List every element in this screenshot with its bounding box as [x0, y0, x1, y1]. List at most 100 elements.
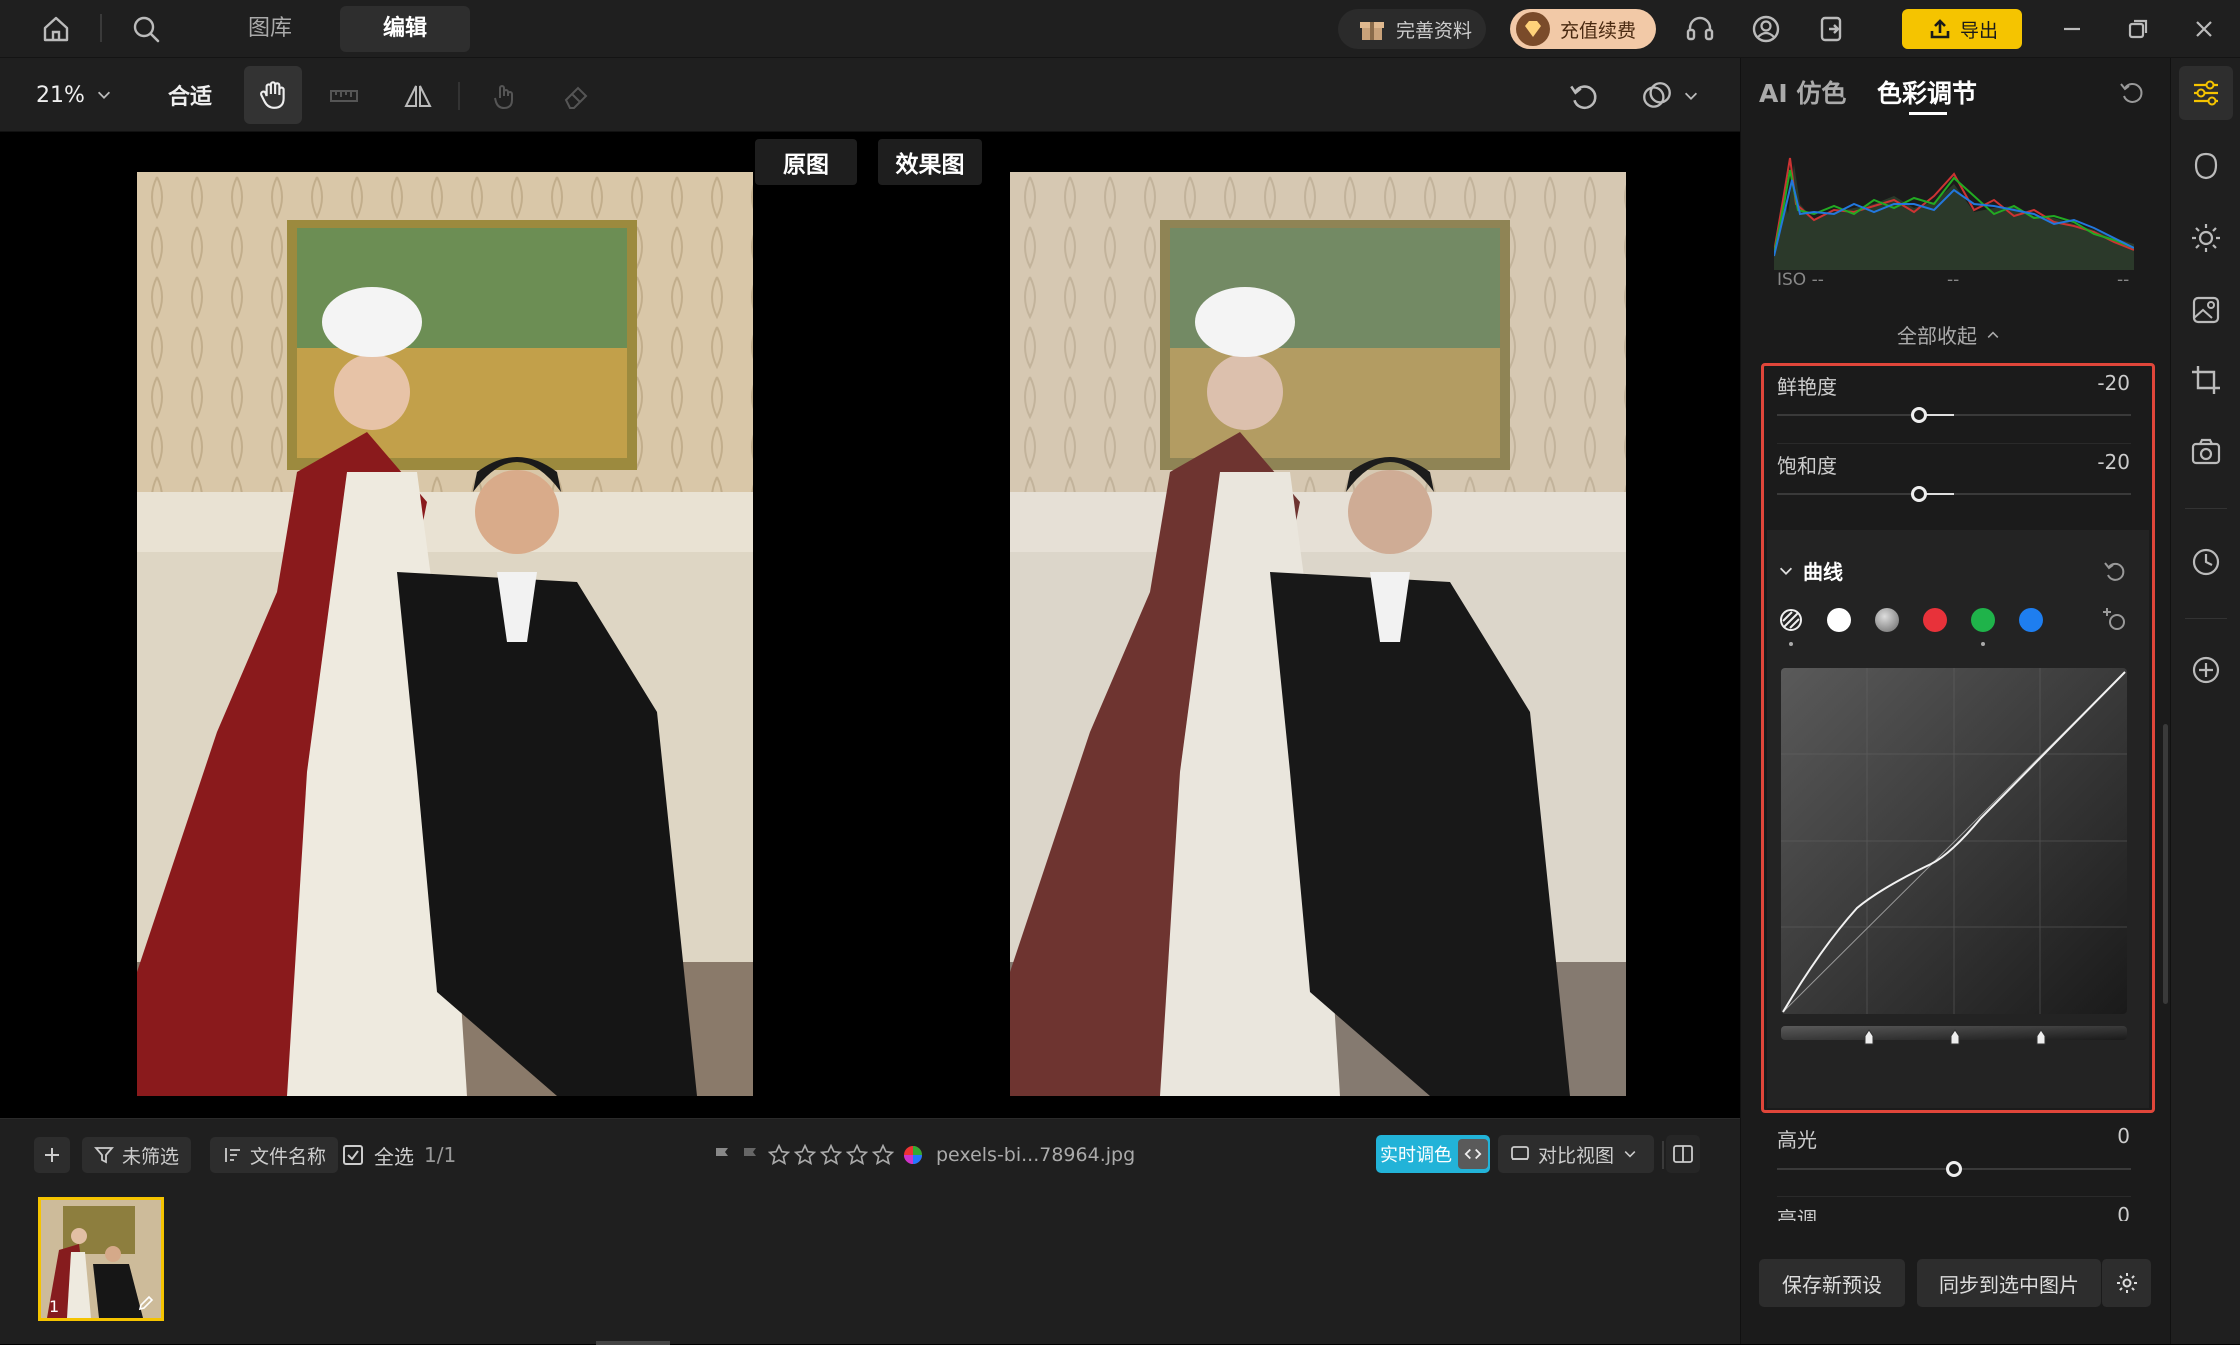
scrollbar[interactable]: [596, 1341, 670, 1345]
tab-ai-color[interactable]: AI 仿色: [1759, 74, 1846, 110]
vibrance-value: -20: [2097, 371, 2130, 395]
highlights-knob[interactable]: [1946, 1161, 1962, 1177]
curve-header[interactable]: 曲线: [1777, 556, 1843, 585]
restore-icon[interactable]: [2118, 9, 2158, 49]
hand-icon: [260, 81, 285, 109]
reject-flag-icon[interactable]: [740, 1145, 760, 1165]
eraser-icon: [564, 86, 588, 109]
checkbox-icon: [343, 1145, 363, 1165]
fit-button[interactable]: 合适: [168, 74, 212, 116]
hand-tool-button[interactable]: [244, 66, 302, 124]
curve-graph[interactable]: [1781, 668, 2127, 1076]
highlights-label: 高光: [1777, 1128, 1817, 1152]
thumbnail[interactable]: 1: [38, 1197, 164, 1321]
star-icon[interactable]: [794, 1144, 816, 1166]
export-label: 导出: [1960, 19, 1999, 42]
realtime-color-toggle[interactable]: 实时调色: [1376, 1135, 1490, 1173]
flip-icon: [404, 85, 432, 107]
tab-library[interactable]: 图库: [222, 6, 318, 52]
history-icon[interactable]: [2186, 542, 2226, 582]
image-canvas[interactable]: 原图 效果图: [0, 132, 1740, 1118]
headset-icon[interactable]: [1680, 9, 1720, 49]
eraser-tool-button[interactable]: [554, 74, 598, 118]
split-view-icon: [1673, 1145, 1693, 1163]
gray-channel-swatch[interactable]: [1875, 608, 1899, 632]
filter-button[interactable]: 未筛选: [82, 1137, 192, 1173]
chevron-up-icon: [1987, 330, 1999, 338]
collapse-all-button[interactable]: 全部收起: [1897, 320, 2001, 349]
flag-icon[interactable]: [712, 1145, 732, 1165]
white-channel-swatch[interactable]: [1827, 608, 1851, 632]
luma-channel-icon[interactable]: [1779, 608, 1803, 632]
home-icon[interactable]: [36, 9, 76, 49]
image-icon[interactable]: [2186, 290, 2226, 330]
crop-icon[interactable]: [2186, 360, 2226, 400]
add-point-icon[interactable]: [2101, 606, 2129, 634]
compare-view-dropdown[interactable]: 对比视图: [1498, 1135, 1654, 1173]
brush-hand-button[interactable]: [482, 74, 526, 118]
user-icon[interactable]: [1746, 9, 1786, 49]
red-channel-swatch[interactable]: [1923, 608, 1947, 632]
split-view-button[interactable]: [1666, 1135, 1700, 1173]
undo-button[interactable]: [1562, 74, 1606, 118]
vibrance-label: 鲜艳度: [1777, 375, 1837, 399]
zoom-select[interactable]: 21%: [36, 74, 113, 116]
star-icon[interactable]: [768, 1144, 790, 1166]
filter-icon: [94, 1147, 114, 1164]
panel-scrollbar[interactable]: [2163, 724, 2168, 1004]
result-label[interactable]: 效果图: [878, 139, 982, 185]
blue-channel-swatch[interactable]: [2019, 608, 2043, 632]
saturation-track[interactable]: [1777, 493, 2131, 495]
vibrance-knob[interactable]: [1910, 407, 1927, 423]
realtime-label: 实时调色: [1380, 1145, 1452, 1166]
portrait-icon[interactable]: [2186, 146, 2226, 186]
star-icon[interactable]: [846, 1144, 868, 1166]
result-photo: [1010, 172, 1626, 1096]
color-label-icon[interactable]: [902, 1144, 924, 1166]
green-channel-swatch[interactable]: [1971, 608, 1995, 632]
export-button[interactable]: 导出: [1902, 9, 2022, 49]
sort-button[interactable]: 文件名称: [210, 1137, 339, 1173]
filter-label: 未筛选: [122, 1145, 180, 1168]
highlights-value: 0: [2117, 1124, 2130, 1148]
tab-edit[interactable]: 编辑: [340, 6, 470, 52]
logout-icon[interactable]: [1812, 9, 1852, 49]
sync-selected-button[interactable]: 同步到选中图片: [1917, 1259, 2101, 1307]
curve-reset-icon[interactable]: [2101, 558, 2129, 586]
adjust-sliders-icon[interactable]: [2186, 73, 2226, 113]
ruler-tool-button[interactable]: [322, 74, 366, 118]
recharge-button[interactable]: 充值续费: [1510, 9, 1656, 49]
light-icon[interactable]: [2186, 218, 2226, 258]
tab-color-adjust[interactable]: 色彩调节: [1877, 74, 1977, 110]
flip-tool-button[interactable]: [396, 74, 440, 118]
divider: [2185, 508, 2227, 509]
gift-icon: [1360, 22, 1384, 40]
profile-button[interactable]: 完善资料: [1338, 9, 1486, 49]
divider: [458, 82, 460, 110]
divider: [1662, 1141, 1664, 1169]
star-icon[interactable]: [872, 1144, 894, 1166]
close-icon[interactable]: [2184, 9, 2224, 49]
active-dot: [1789, 642, 1793, 646]
vibrance-track[interactable]: [1777, 414, 2131, 416]
camera-icon[interactable]: [2186, 432, 2226, 472]
saturation-value: -20: [2097, 450, 2130, 474]
chevron-down-icon: [97, 91, 110, 99]
recharge-label: 充值续费: [1560, 19, 1637, 42]
select-count: 1/1: [424, 1143, 457, 1167]
sync-settings-button[interactable]: [2101, 1259, 2151, 1307]
original-label[interactable]: 原图: [755, 139, 857, 185]
star-icon[interactable]: [820, 1144, 842, 1166]
add-tool-icon[interactable]: [2186, 650, 2226, 690]
save-preset-button[interactable]: 保存新预设: [1759, 1259, 1905, 1307]
gear-icon: [2116, 1273, 2137, 1293]
saturation-knob[interactable]: [1910, 486, 1927, 502]
reset-all-icon[interactable]: [2117, 78, 2147, 108]
add-button[interactable]: [34, 1137, 70, 1173]
minimize-icon[interactable]: [2052, 9, 2092, 49]
mask-dropdown[interactable]: [1632, 74, 1708, 118]
mask-icon: [1643, 82, 1671, 108]
search-icon[interactable]: [126, 9, 166, 49]
select-all-checkbox[interactable]: 全选 1/1: [342, 1137, 456, 1173]
star-rating[interactable]: [768, 1144, 894, 1166]
